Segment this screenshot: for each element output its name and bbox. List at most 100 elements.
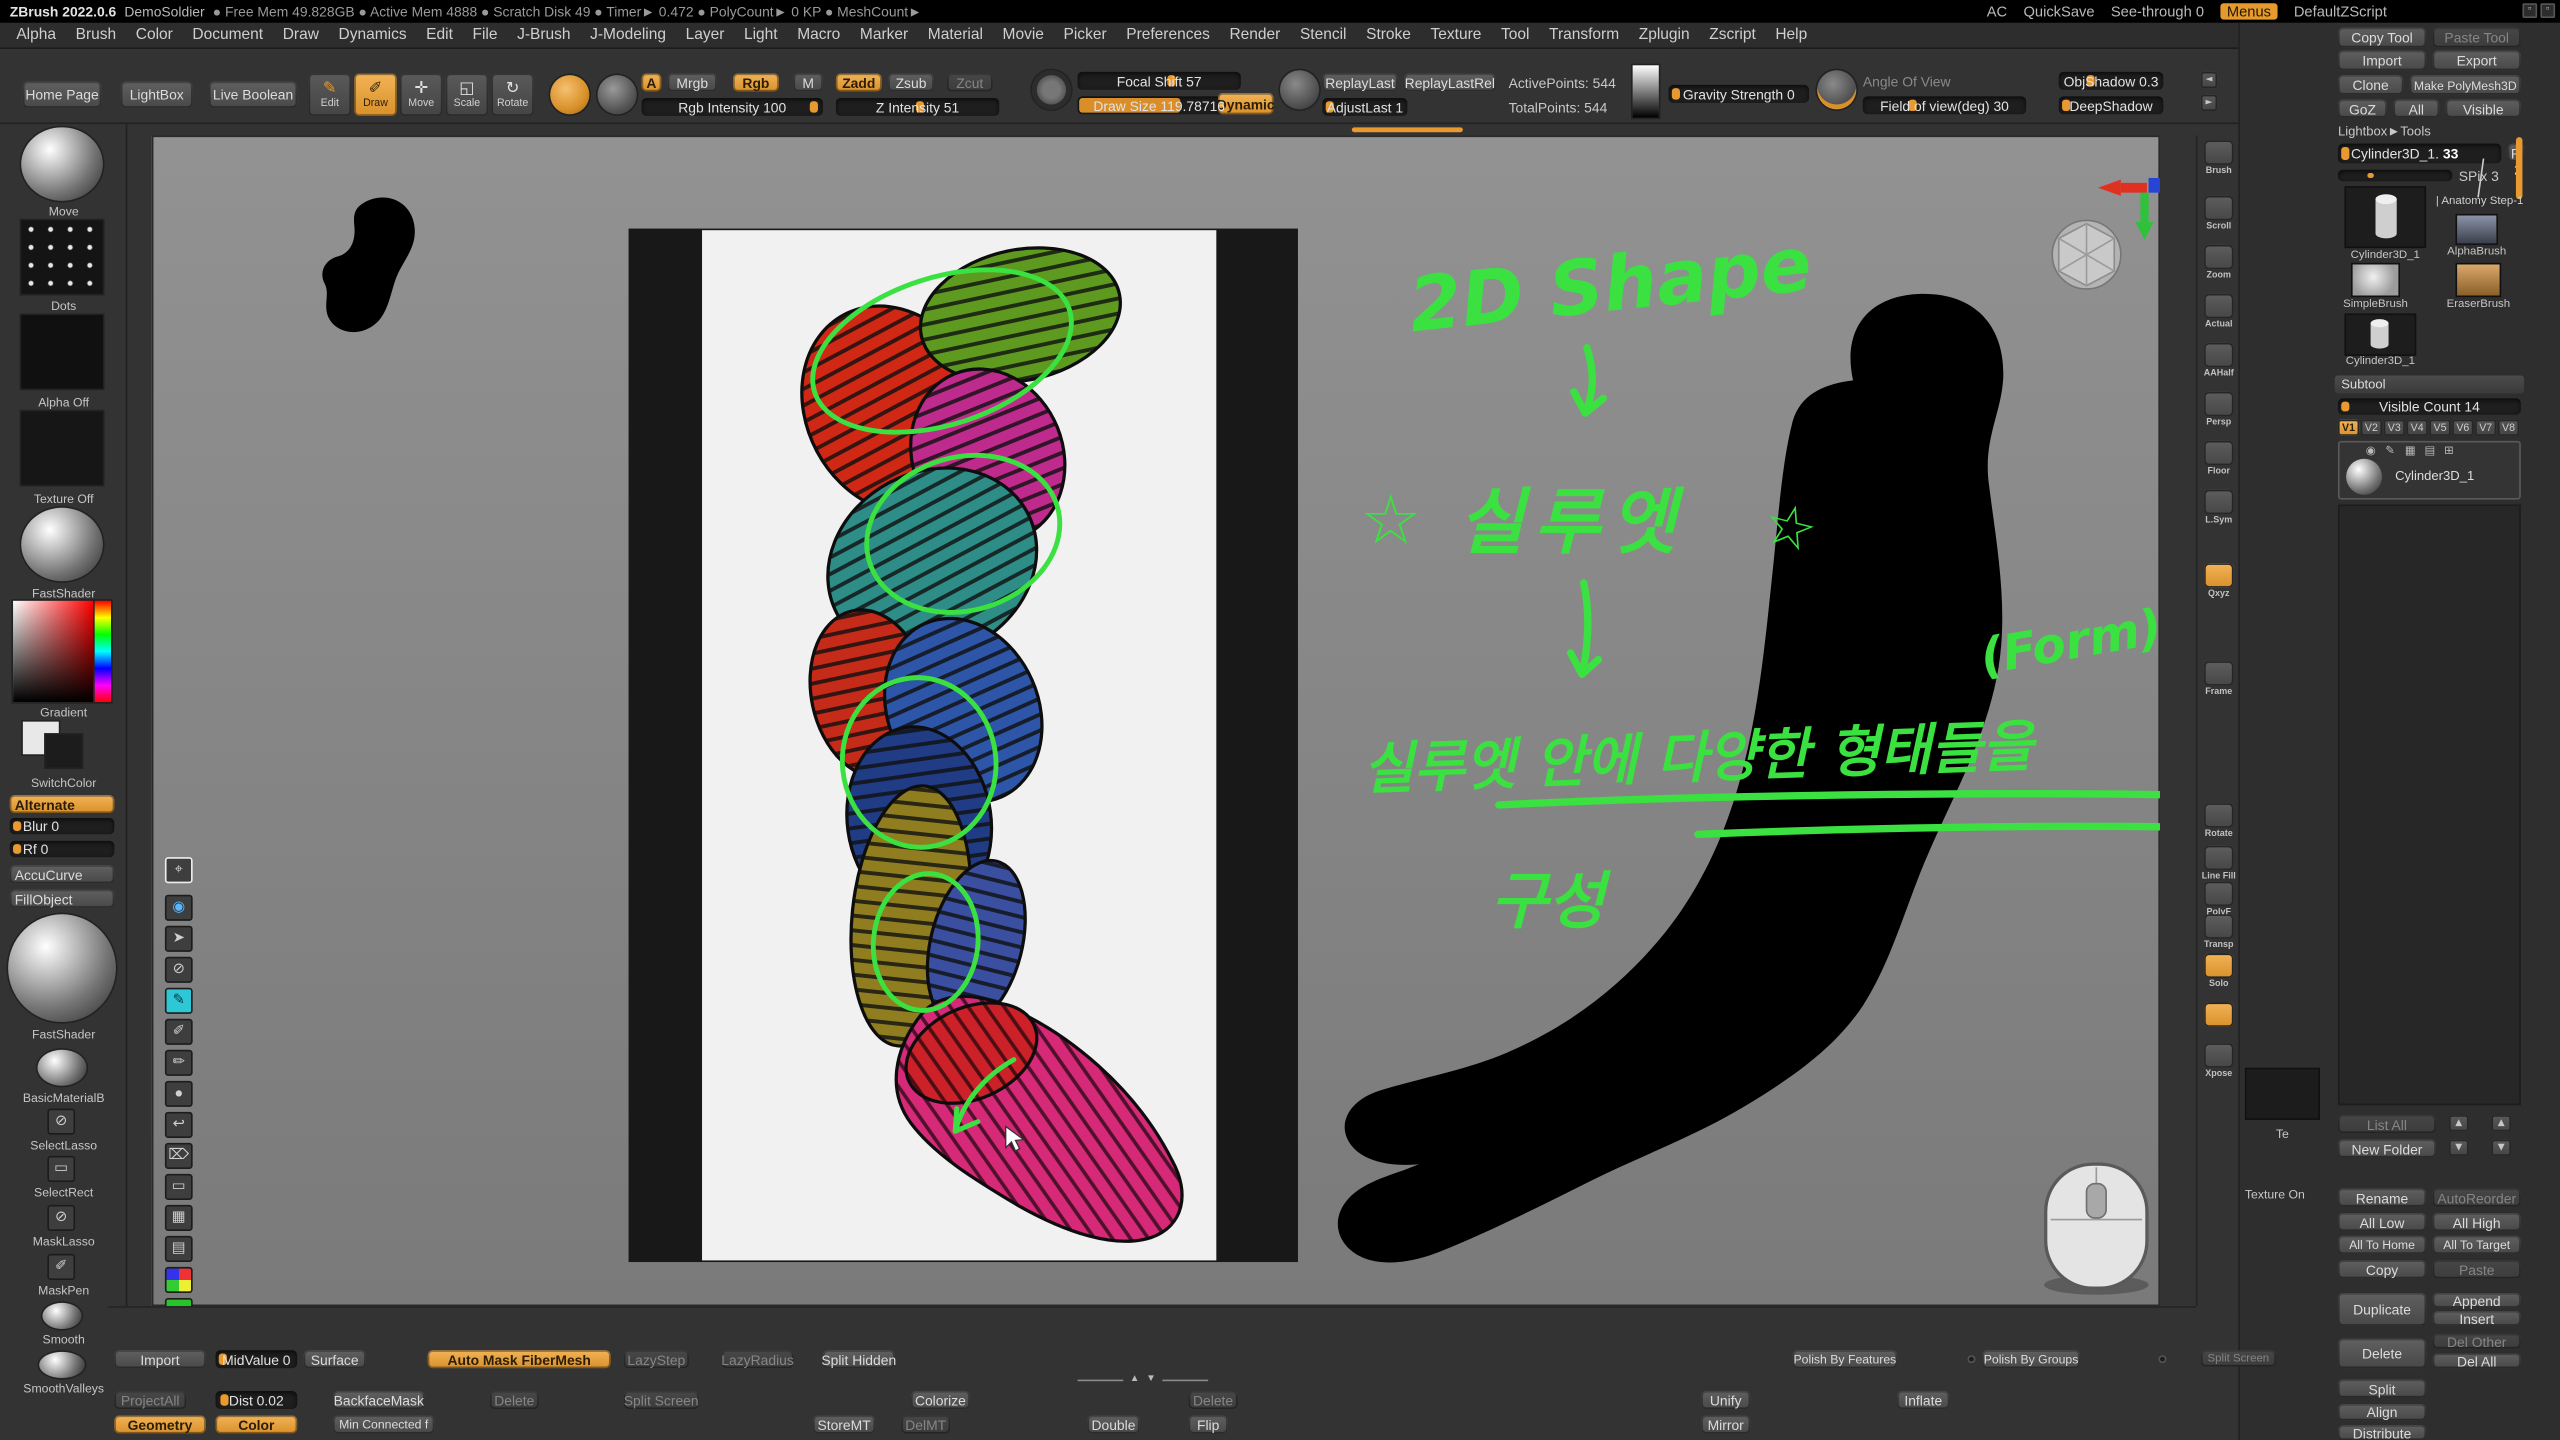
- note-tool-icon[interactable]: ▤: [165, 1236, 193, 1262]
- subtool-top-icon[interactable]: ▲: [2491, 1115, 2511, 1131]
- tab-v2[interactable]: V2: [2361, 420, 2382, 436]
- replay-last-rel-button[interactable]: ReplayLastRel: [1404, 73, 1495, 91]
- gravity-direction-widget[interactable]: [1633, 65, 1659, 117]
- fillobject-button[interactable]: FillObject: [10, 890, 114, 908]
- append-button[interactable]: Append: [2433, 1293, 2521, 1308]
- eye-tool-icon[interactable]: ◉: [165, 895, 193, 921]
- menu-light[interactable]: Light: [744, 26, 778, 44]
- visible-count-slider[interactable]: Visible Count 14: [2338, 398, 2521, 414]
- align-button[interactable]: Align: [2338, 1404, 2426, 1420]
- marker-tool-icon[interactable]: ✎: [165, 988, 193, 1014]
- shelf-item-solo[interactable]: Solo: [2201, 953, 2237, 989]
- subtool-note-icon[interactable]: ▤: [2424, 444, 2435, 457]
- storemt-button[interactable]: StoreMT: [813, 1416, 875, 1434]
- import-fiber-button[interactable]: Import: [114, 1350, 205, 1368]
- delete-button-1[interactable]: Delete: [490, 1391, 539, 1409]
- gravity-strength-slider[interactable]: Gravity Strength 0: [1669, 85, 1809, 103]
- ring-pen-tool-icon[interactable]: ⊘: [165, 957, 193, 983]
- lightbox-button[interactable]: LightBox: [121, 82, 193, 108]
- lazystep-button[interactable]: LazyStep: [624, 1350, 689, 1368]
- menu-jbrush[interactable]: J-Brush: [517, 26, 570, 44]
- menu-layer[interactable]: Layer: [686, 26, 725, 44]
- hue-strip[interactable]: [95, 601, 111, 702]
- texture-off-thumbnail[interactable]: [21, 411, 103, 484]
- copy-tool-button[interactable]: Copy Tool: [2338, 28, 2426, 48]
- unify-button[interactable]: Unify: [1701, 1391, 1750, 1409]
- split-hidden-button[interactable]: Split Hidden: [823, 1350, 895, 1368]
- del-all-button[interactable]: Del All: [2433, 1353, 2521, 1368]
- texture-swatch[interactable]: [2247, 1069, 2319, 1118]
- dist-slider[interactable]: Dist 0.02: [216, 1391, 298, 1409]
- menu-zplugin[interactable]: Zplugin: [1639, 26, 1690, 44]
- rgb-intensity-slider[interactable]: Rgb Intensity 100: [642, 98, 823, 116]
- shelf-item-zoom[interactable]: Zoom: [2201, 245, 2237, 281]
- color-a-button[interactable]: A: [642, 73, 662, 91]
- pencil-tool-icon[interactable]: ✏: [165, 1050, 193, 1076]
- all-low-button[interactable]: All Low: [2338, 1213, 2426, 1231]
- menu-alpha[interactable]: Alpha: [16, 26, 56, 44]
- replay-icon[interactable]: [1280, 70, 1319, 109]
- subtool-list-empty[interactable]: [2338, 504, 2521, 1105]
- shelf-scroll-left-icon[interactable]: ◄: [2201, 72, 2217, 88]
- menu-marker[interactable]: Marker: [860, 26, 908, 44]
- delete-button-2[interactable]: Delete: [1189, 1391, 1238, 1409]
- polish-by-features-button[interactable]: Polish By Features: [1793, 1350, 1897, 1368]
- tab-v3[interactable]: V3: [2384, 420, 2405, 436]
- split-screen-button-1[interactable]: Split Screen: [2201, 1350, 2276, 1366]
- all-to-home-button[interactable]: All To Home: [2338, 1236, 2426, 1254]
- image-tool-icon[interactable]: ▦: [165, 1205, 193, 1231]
- subtool-texture-icon[interactable]: ▦: [2405, 444, 2416, 457]
- duplicate-button[interactable]: Duplicate: [2338, 1293, 2426, 1326]
- shelf-item-actual[interactable]: Actual: [2201, 294, 2237, 330]
- selectrect-icon[interactable]: ▭: [47, 1156, 75, 1182]
- subtool-header[interactable]: Subtool: [2335, 376, 2524, 394]
- color-picker[interactable]: [13, 601, 93, 702]
- mirror-button[interactable]: Mirror: [1701, 1416, 1750, 1434]
- list-all-button[interactable]: List All: [2338, 1115, 2436, 1133]
- new-folder-button[interactable]: New Folder: [2338, 1140, 2436, 1158]
- viewport-canvas[interactable]: 2D Shape ☆ 실루엣 ☆ (Form) 실루엣 안에 다양한 형태들을 …: [152, 136, 2160, 1307]
- current-tool-slider[interactable]: Cylinder3D_1. 33: [2338, 144, 2501, 164]
- draw-size-slider[interactable]: Draw Size 119.78716: [1078, 96, 1241, 114]
- menu-picker[interactable]: Picker: [1064, 26, 1107, 44]
- move-mode-button[interactable]: ✛Move: [400, 73, 442, 115]
- menu-texture[interactable]: Texture: [1431, 26, 1482, 44]
- shelf-item-brush[interactable]: Brush: [2201, 140, 2237, 176]
- dot-tool-icon[interactable]: ●: [165, 1081, 193, 1107]
- live-boolean-button[interactable]: Live Boolean: [209, 82, 297, 108]
- colorize-button[interactable]: Colorize: [911, 1391, 970, 1409]
- copy-subtool-button[interactable]: Copy: [2338, 1260, 2426, 1278]
- shelf-item-persp[interactable]: Persp: [2201, 392, 2237, 428]
- tool-thumb-eraserbrush[interactable]: [2457, 264, 2499, 295]
- menu-material[interactable]: Material: [928, 26, 983, 44]
- window-restore-icon[interactable]: ▫: [2522, 3, 2537, 18]
- shelf-item-solo-dynamic[interactable]: [2201, 1002, 2237, 1026]
- del-other-button[interactable]: Del Other: [2433, 1334, 2521, 1349]
- distribute-button[interactable]: Distribute: [2338, 1425, 2426, 1440]
- scale-mode-button[interactable]: ◱Scale: [446, 73, 488, 115]
- goz-visible-button[interactable]: Visible: [2446, 100, 2521, 118]
- tool-thumb-cylinder-1[interactable]: [2346, 188, 2424, 247]
- make-polymesh3d-button[interactable]: Make PolyMesh3D: [2410, 75, 2521, 95]
- lightbox-tools-label[interactable]: Lightbox►Tools: [2338, 124, 2431, 139]
- replay-last-button[interactable]: ReplayLast: [1322, 73, 1397, 91]
- shelf-item-floor[interactable]: Floor: [2201, 441, 2237, 477]
- clone-button[interactable]: Clone: [2338, 75, 2403, 95]
- material-fastshader-thumbnail[interactable]: [21, 508, 103, 581]
- palette-tool-icon[interactable]: [165, 1267, 193, 1293]
- inflate-button[interactable]: Inflate: [1897, 1391, 1949, 1409]
- tab-v6[interactable]: V6: [2452, 420, 2473, 436]
- rotate-mode-button[interactable]: ↻Rotate: [491, 73, 533, 115]
- edit-mode-button[interactable]: ✎Edit: [309, 73, 351, 115]
- menu-jmodeling[interactable]: J-Modeling: [590, 26, 666, 44]
- alternate-button[interactable]: Alternate: [10, 795, 114, 813]
- shelf-item-a ahalf[interactable]: AAHalf: [2201, 343, 2237, 379]
- tool-thumb-cylinder-2[interactable]: [2346, 315, 2415, 354]
- split-button[interactable]: Split: [2338, 1380, 2426, 1398]
- texture-on-label[interactable]: Texture On: [2245, 1187, 2305, 1202]
- menu-file[interactable]: File: [472, 26, 497, 44]
- canvas-divider-up-icon[interactable]: ▲: [1130, 1375, 1140, 1385]
- zscript-button[interactable]: DefaultZScript: [2294, 3, 2387, 19]
- switchcolor-back-swatch[interactable]: [46, 735, 82, 768]
- paste-tool-button[interactable]: Paste Tool: [2433, 28, 2521, 48]
